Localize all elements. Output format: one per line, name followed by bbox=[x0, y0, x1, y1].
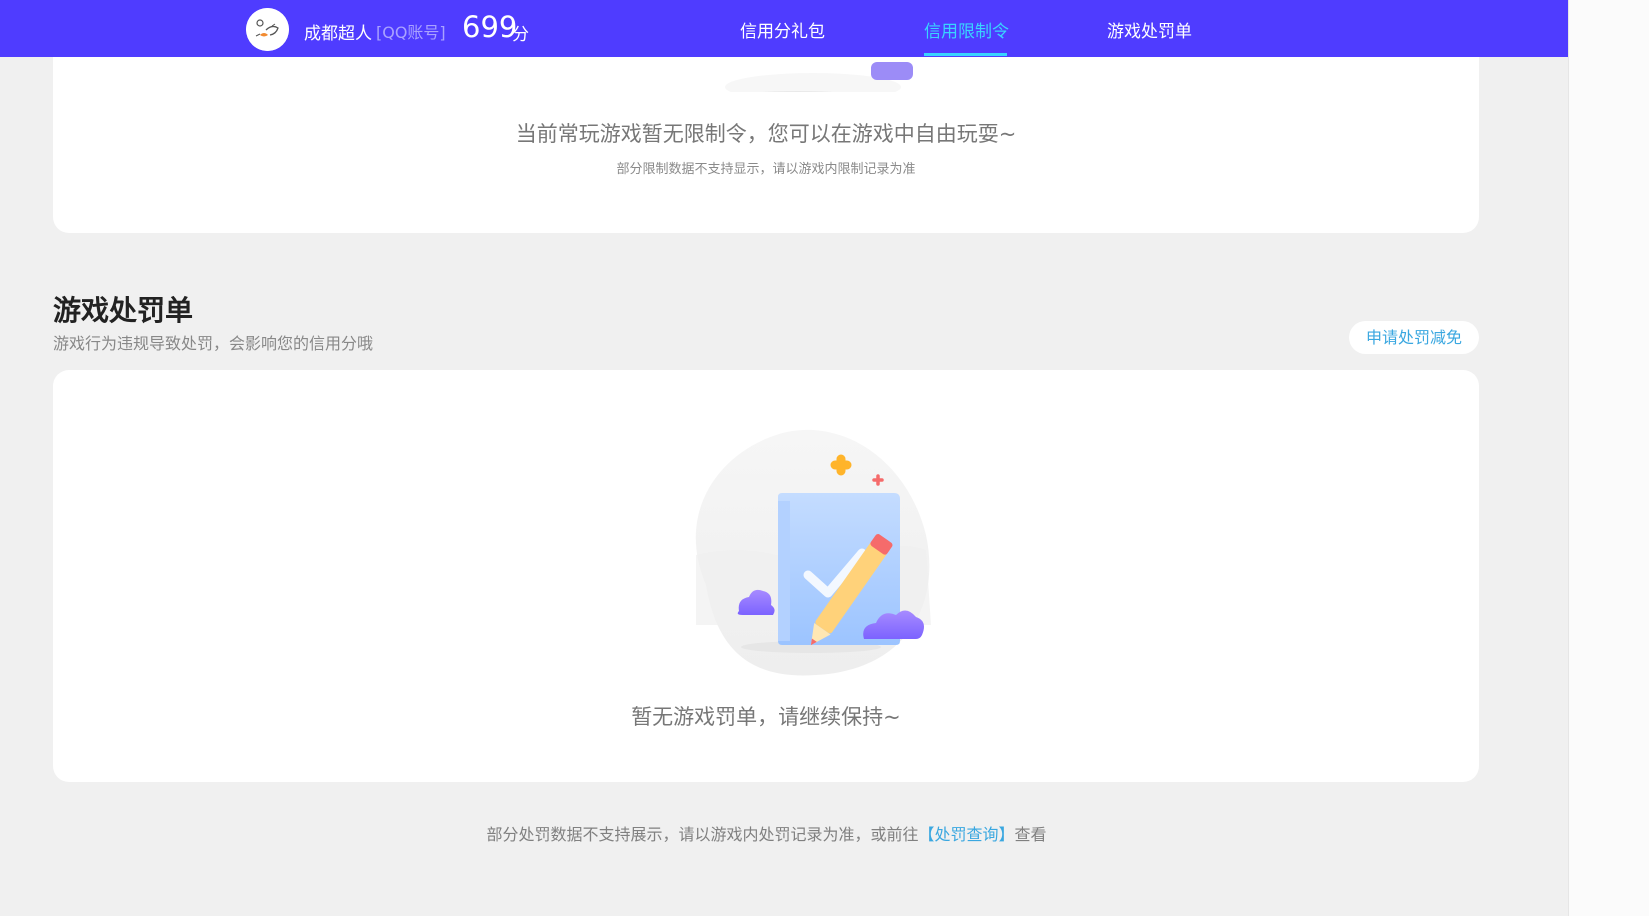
restriction-card: 当前常玩游戏暂无限制令，您可以在游戏中自由玩耍~ 部分限制数据不支持显示，请以游… bbox=[53, 40, 1479, 233]
user-avatar[interactable] bbox=[246, 8, 289, 51]
tab-credit-restriction[interactable]: 信用限制令 bbox=[924, 17, 1009, 42]
active-tab-indicator bbox=[924, 53, 1007, 56]
section-title: 游戏处罚单 bbox=[53, 294, 194, 327]
penalty-card: 暂无游戏罚单，请继续保持~ bbox=[53, 370, 1479, 782]
footer-note-prefix: 部分处罚数据不支持展示，请以游戏内处罚记录为准，或前往 bbox=[486, 825, 919, 844]
penalty-empty-message: 暂无游戏罚单，请继续保持~ bbox=[631, 705, 901, 729]
footer-note-suffix: 查看 bbox=[1014, 825, 1047, 844]
tab-game-penalty[interactable]: 游戏处罚单 bbox=[1107, 17, 1192, 42]
user-nickname: 成都超人 bbox=[304, 24, 372, 44]
penalty-footer-note: 部分处罚数据不支持展示，请以游戏内处罚记录为准，或前往【处罚查询】查看 bbox=[0, 821, 1533, 845]
section-subtitle: 游戏行为违规导致处罚，会影响您的信用分哦 bbox=[53, 334, 374, 353]
restriction-empty-message: 当前常玩游戏暂无限制令，您可以在游戏中自由玩耍~ bbox=[515, 122, 1017, 146]
apply-penalty-reduction-button[interactable]: 申请处罚减免 bbox=[1349, 321, 1479, 354]
account-type-label: [QQ账号] bbox=[376, 23, 446, 42]
restriction-note: 部分限制数据不支持显示，请以游戏内限制记录为准 bbox=[616, 162, 916, 177]
credit-score-unit: 分 bbox=[512, 25, 529, 45]
top-nav-bar: 成都超人 [QQ账号] 699 分 信用分礼包 信用限制令 游戏处罚单 bbox=[0, 0, 1568, 57]
penalty-query-link[interactable]: 【处罚查询】 bbox=[918, 825, 1014, 844]
empty-penalty-illustration bbox=[695, 429, 931, 676]
credit-score: 699 bbox=[462, 10, 518, 44]
page-scrollbar-track[interactable] bbox=[1568, 0, 1649, 916]
empty-restriction-illustration bbox=[725, 62, 913, 92]
tab-credit-gift[interactable]: 信用分礼包 bbox=[740, 17, 825, 42]
